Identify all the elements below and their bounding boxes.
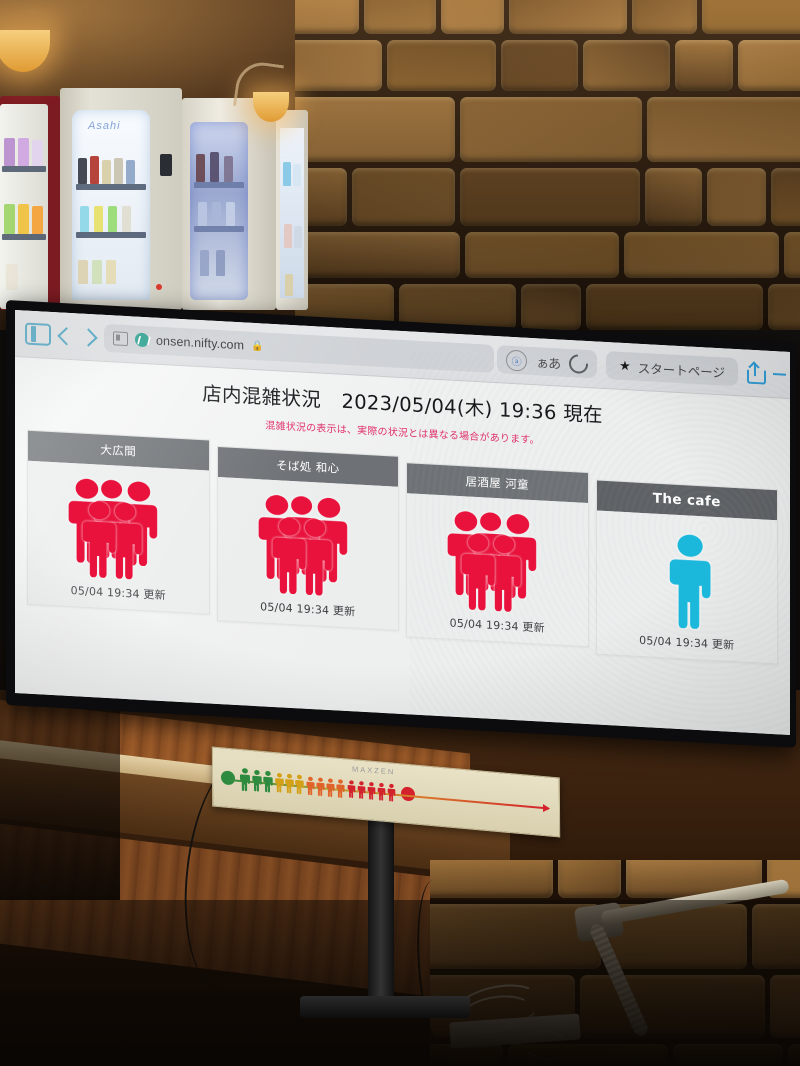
lock-icon: 🔒 bbox=[251, 340, 264, 352]
crowding-card[interactable]: The cafe 05/04 19:34 更新 bbox=[595, 479, 778, 665]
crowding-card[interactable]: 居酒屋 河童 05/04 19:34 更新 bbox=[406, 462, 589, 648]
tv-stand-neck bbox=[368, 806, 394, 1006]
bookmark-label: スタートページ bbox=[637, 361, 725, 380]
asahi-logo: Asahi bbox=[88, 120, 121, 132]
forward-icon[interactable] bbox=[79, 327, 98, 347]
legend-level-5 bbox=[347, 780, 396, 802]
legend-level-2 bbox=[252, 769, 273, 793]
television: onsen.nifty.com 🔒 ⓐ ぁあ ★ スタートページ 店内混雑状況 … bbox=[6, 300, 800, 748]
sidebar-icon[interactable] bbox=[25, 322, 51, 346]
site-favicon bbox=[135, 332, 149, 348]
vending-machine-4 bbox=[276, 110, 308, 310]
url-text: onsen.nifty.com bbox=[156, 333, 245, 353]
tv-screen: onsen.nifty.com 🔒 ⓐ ぁあ ★ スタートページ 店内混雑状況 … bbox=[15, 310, 790, 735]
page-controls-icon[interactable] bbox=[113, 331, 128, 347]
text-size-button[interactable]: ぁあ bbox=[536, 352, 560, 372]
crowding-card[interactable]: そば処 和心 05/04 19:34 更新 bbox=[216, 445, 399, 631]
last-updated-label: 05/04 19:34 更新 bbox=[70, 584, 166, 603]
crowding-card[interactable]: 大広間 05/04 19:34 更新 bbox=[27, 429, 210, 615]
page-title-date: 2023/05/04(木) 19:36 現在 bbox=[341, 389, 603, 427]
last-updated-label: 05/04 19:34 更新 bbox=[449, 616, 545, 635]
crowd-people-icon bbox=[413, 505, 582, 618]
legend-level-3 bbox=[275, 772, 304, 795]
vending-machine-3 bbox=[182, 98, 276, 310]
page-tools-group: ⓐ ぁあ bbox=[497, 345, 598, 379]
crowd-people-icon bbox=[34, 472, 203, 585]
stone-wall bbox=[295, 0, 800, 330]
shadow-bottom bbox=[0, 900, 800, 1066]
card-body: 05/04 19:34 更新 bbox=[217, 476, 398, 630]
photo-scene: Asahi MAXZEN onsen.nifty.com 🔒 ⓐ ぁあ ★ スタ… bbox=[0, 0, 800, 1066]
webpage-content: 店内混雑状況 2023/05/04(木) 19:36 現在 混雑状況の表示は、実… bbox=[15, 357, 790, 665]
plus-icon[interactable] bbox=[773, 372, 786, 376]
back-icon[interactable] bbox=[57, 326, 76, 345]
card-body: 05/04 19:34 更新 bbox=[28, 460, 209, 614]
reader-view-icon[interactable]: ⓐ bbox=[506, 349, 528, 372]
crowd-people-icon bbox=[224, 488, 393, 601]
last-updated-label: 05/04 19:34 更新 bbox=[260, 600, 356, 619]
card-body: 05/04 19:34 更新 bbox=[596, 510, 777, 664]
vending-machine-asahi: Asahi bbox=[60, 88, 182, 310]
tv-stand-base bbox=[300, 996, 470, 1018]
card-body: 05/04 19:34 更新 bbox=[407, 493, 588, 647]
crowding-card-list: 大広間 05/04 19:34 更新 そば処 和心 05/04 19:34 更新 居酒屋… bbox=[15, 418, 790, 665]
vending-machine-1 bbox=[0, 104, 48, 309]
reload-icon[interactable] bbox=[565, 350, 592, 377]
single-person-icon bbox=[603, 522, 772, 635]
star-icon: ★ bbox=[619, 357, 631, 374]
legend-level-1 bbox=[239, 767, 251, 792]
legend-level-4 bbox=[306, 775, 345, 798]
page-title-main: 店内混雑状況 bbox=[202, 382, 321, 412]
bookmark-button[interactable]: ★ スタートページ bbox=[606, 351, 738, 387]
last-updated-label: 05/04 19:34 更新 bbox=[639, 633, 735, 652]
share-icon[interactable] bbox=[747, 362, 766, 385]
